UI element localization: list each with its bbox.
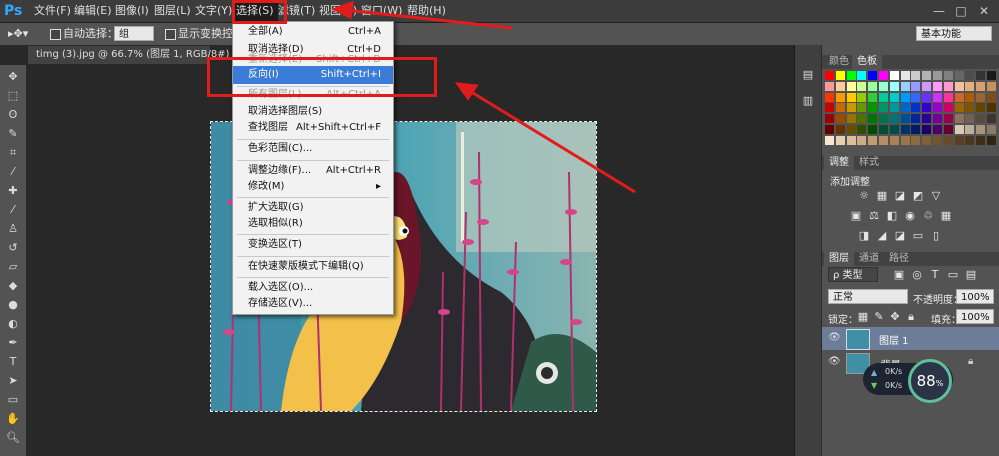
- annotation-arrows: [331, 0, 636, 194]
- annotation-arrowhead: [331, 0, 354, 20]
- annotation-arrow-line: [344, 8, 513, 30]
- annotation-arrow-line: [467, 88, 636, 194]
- annotation-arrowhead: [454, 82, 479, 101]
